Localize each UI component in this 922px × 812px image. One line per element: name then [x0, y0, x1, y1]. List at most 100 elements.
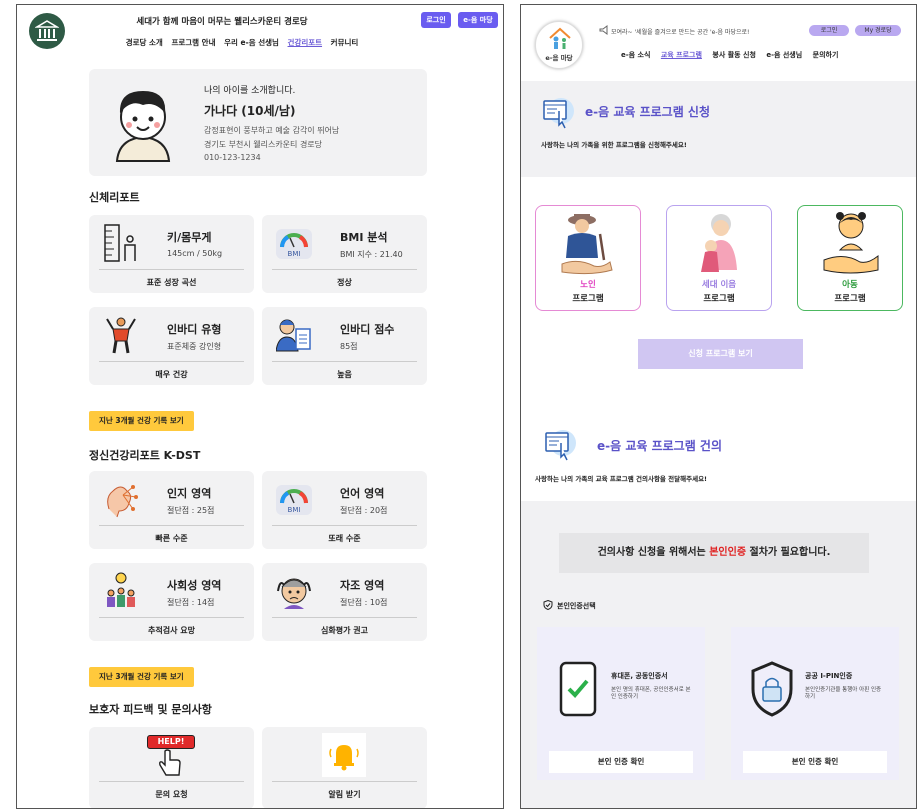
- bmi-card[interactable]: BMI BMI 분석 BMI 지수 : 21.40 정상: [262, 215, 427, 293]
- feedback-title: 보호자 피드백 및 문의사항: [89, 703, 212, 716]
- card-value: 절단점 : 10점: [340, 598, 388, 607]
- cognitive-card[interactable]: 인지 영역 절단점 : 25점 빠른 수준: [89, 471, 254, 549]
- intergenerational-program-card[interactable]: 세대 이음 프로그램: [666, 205, 772, 311]
- body-report-title: 신체리포트: [89, 191, 140, 204]
- nav-item-news[interactable]: e-음 소식: [621, 51, 650, 59]
- nav-item-volunteer[interactable]: 봉사 활동 신청: [712, 51, 756, 59]
- social-card[interactable]: 사회성 영역 절단점 : 14점 추적검사 요망: [89, 563, 254, 641]
- nav-item-health-report[interactable]: 건강리포트: [288, 38, 323, 47]
- online-form-icon: [543, 98, 574, 129]
- card-result: 매우 건강: [155, 370, 188, 379]
- nav-item-teachers[interactable]: e-음 선생님: [766, 51, 802, 59]
- verify-identity-button[interactable]: 본인 인증 확인: [743, 751, 887, 773]
- main-nav: 경로당 소개 프로그램 안내 우리 e-음 선생님 건강리포트 커뮤니티: [77, 37, 407, 48]
- language-card[interactable]: BMI 언어 영역 절단점 : 20점 또래 수준: [262, 471, 427, 549]
- bell-icon: [329, 745, 359, 771]
- header-notice: 모여라~ '세월을 즐겨으로 만드는 공간 'e-음 마당으로!: [611, 29, 750, 36]
- mental-report-title: 정신건강리포트 K-DST: [89, 449, 201, 462]
- profile-description: 감정표현이 풍부하고 예술 감각이 뛰어남: [204, 126, 340, 135]
- nav-item-education[interactable]: 교육 프로그램: [661, 51, 702, 59]
- auth-method-description: 본인 명의 휴대폰, 공인인증서로 본인 인증하기: [611, 687, 691, 700]
- senior-program-card[interactable]: 노인 프로그램: [535, 205, 641, 311]
- self-care-card[interactable]: 자조 영역 절단점 : 10점 심화평가 권고: [262, 563, 427, 641]
- profile-intro: 나의 아이를 소개합니다.: [204, 86, 296, 96]
- nav-item-teachers[interactable]: 우리 e-음 선생님: [224, 38, 279, 47]
- nav-item-community[interactable]: 커뮤니티: [331, 38, 359, 47]
- e-madang-button[interactable]: e-음 마당: [458, 12, 498, 28]
- card-result: 또래 수준: [328, 534, 361, 543]
- verify-identity-button[interactable]: 본인 인증 확인: [549, 751, 693, 773]
- card-value: 85점: [340, 342, 358, 351]
- child-profile-card: 나의 아이를 소개합니다. 가나다 (10세/남) 감정표현이 풍부하고 예술 …: [89, 69, 427, 176]
- child-hand-icon: [823, 212, 879, 274]
- height-weight-card[interactable]: 키/몸무게 145cm / 50kg 표준 성장 곡선: [89, 215, 254, 293]
- inbody-type-card[interactable]: 인바디 유형 표준체중 강인형 매우 건강: [89, 307, 254, 385]
- program-label: 프로그램: [834, 294, 866, 304]
- help-sign: HELP!: [147, 735, 195, 749]
- logo-text: e-음 마당: [545, 54, 573, 62]
- card-title: 언어 영역: [340, 487, 385, 500]
- card-title: 사회성 영역: [167, 579, 222, 592]
- profile-phone: 010-123-1234: [204, 153, 261, 162]
- card-title: 인지 영역: [167, 487, 212, 500]
- login-button[interactable]: 로그인: [809, 25, 849, 36]
- card-divider: [272, 269, 417, 270]
- apply-header-band: e-음 교육 프로그램 신청 사랑하는 나의 가족을 위한 프로그램을 신청해주…: [521, 81, 916, 177]
- ipin-auth-card[interactable]: 공공 I-PIN인증 본인인증기관을 통행아 아핀 인증 하기 본인 인증 확인: [731, 627, 899, 780]
- card-title: 자조 영역: [340, 579, 385, 592]
- notification-card[interactable]: 알림 받기: [262, 727, 427, 808]
- card-value: 절단점 : 14점: [167, 598, 215, 607]
- card-divider: [99, 781, 244, 782]
- brain-network-icon: [107, 485, 138, 518]
- grandmother-child-icon: [701, 214, 737, 272]
- card-divider: [272, 525, 417, 526]
- card-value: 145cm / 50kg: [167, 249, 223, 258]
- card-title: BMI 분석: [340, 231, 388, 244]
- program-label: 프로그램: [703, 294, 735, 304]
- phone-check-icon: [559, 661, 597, 717]
- auth-method-title: 공공 I-PIN인증: [805, 672, 853, 680]
- card-divider: [99, 361, 244, 362]
- program-name: 아동: [842, 280, 858, 290]
- ruler-height-icon: [104, 224, 136, 262]
- doctor-report-icon: [276, 319, 311, 352]
- senior-center-logo[interactable]: [29, 13, 65, 49]
- card-title: 인바디 점수: [340, 323, 395, 336]
- nav-item-program-guide[interactable]: 프로그램 안내: [171, 38, 215, 47]
- notice-text-before: 건의사항 신청을 위해서는: [597, 547, 710, 558]
- nav-item-center-intro[interactable]: 경로당 소개: [126, 38, 163, 47]
- auth-select-label: 본인인증선택: [557, 602, 596, 610]
- body-history-button[interactable]: 지난 3개월 건강 기록 보기: [89, 411, 194, 431]
- family-house-icon: [549, 27, 571, 49]
- shield-check-icon: [543, 600, 553, 610]
- main-nav: e-음 소식 교육 프로그램 봉사 활동 신청 e-음 선생님 문의하기: [621, 50, 846, 60]
- child-program-card[interactable]: 아동 프로그램: [797, 205, 903, 311]
- mental-history-button[interactable]: 지난 3개월 건강 기록 보기: [89, 667, 194, 687]
- apply-title: e-음 교육 프로그램 신청: [585, 105, 711, 119]
- view-applied-programs-button[interactable]: 신청 프로그램 보기: [638, 339, 803, 369]
- phone-cert-auth-card[interactable]: 휴대폰, 공동인증서 본인 명의 휴대폰, 공인인증서로 본인 인증하기 본인 …: [537, 627, 705, 780]
- auth-method-title: 휴대폰, 공동인증서: [611, 672, 668, 680]
- svg-text:BMI: BMI: [288, 250, 301, 258]
- card-result: 정상: [337, 278, 352, 287]
- program-name: 노인: [580, 280, 596, 290]
- exercise-person-icon: [106, 317, 136, 354]
- card-divider: [99, 617, 244, 618]
- inbody-score-card[interactable]: 인바디 점수 85점 높음: [262, 307, 427, 385]
- program-label: 프로그램: [572, 294, 604, 304]
- program-name: 세대 이음: [701, 280, 737, 290]
- nav-item-contact[interactable]: 문의하기: [813, 51, 839, 59]
- site-title: 세대가 함께 마음이 머무는 웰리스카운티 경로당: [136, 17, 308, 27]
- suggest-title: e-음 교육 프로그램 건의: [597, 439, 723, 453]
- card-value: BMI 지수 : 21.40: [340, 250, 403, 259]
- e-madang-logo[interactable]: e-음 마당: [535, 21, 583, 69]
- my-center-button[interactable]: My 경로당: [855, 25, 901, 36]
- card-divider: [272, 617, 417, 618]
- login-button[interactable]: 로그인: [421, 12, 451, 28]
- card-value: 절단점 : 20점: [340, 506, 388, 515]
- senior-person-icon: [561, 214, 613, 275]
- card-label: 문의 요청: [155, 790, 188, 799]
- card-result: 빠른 수준: [155, 534, 188, 543]
- inquiry-request-card[interactable]: HELP! 문의 요청: [89, 727, 254, 808]
- card-result: 추적검사 요망: [148, 626, 195, 635]
